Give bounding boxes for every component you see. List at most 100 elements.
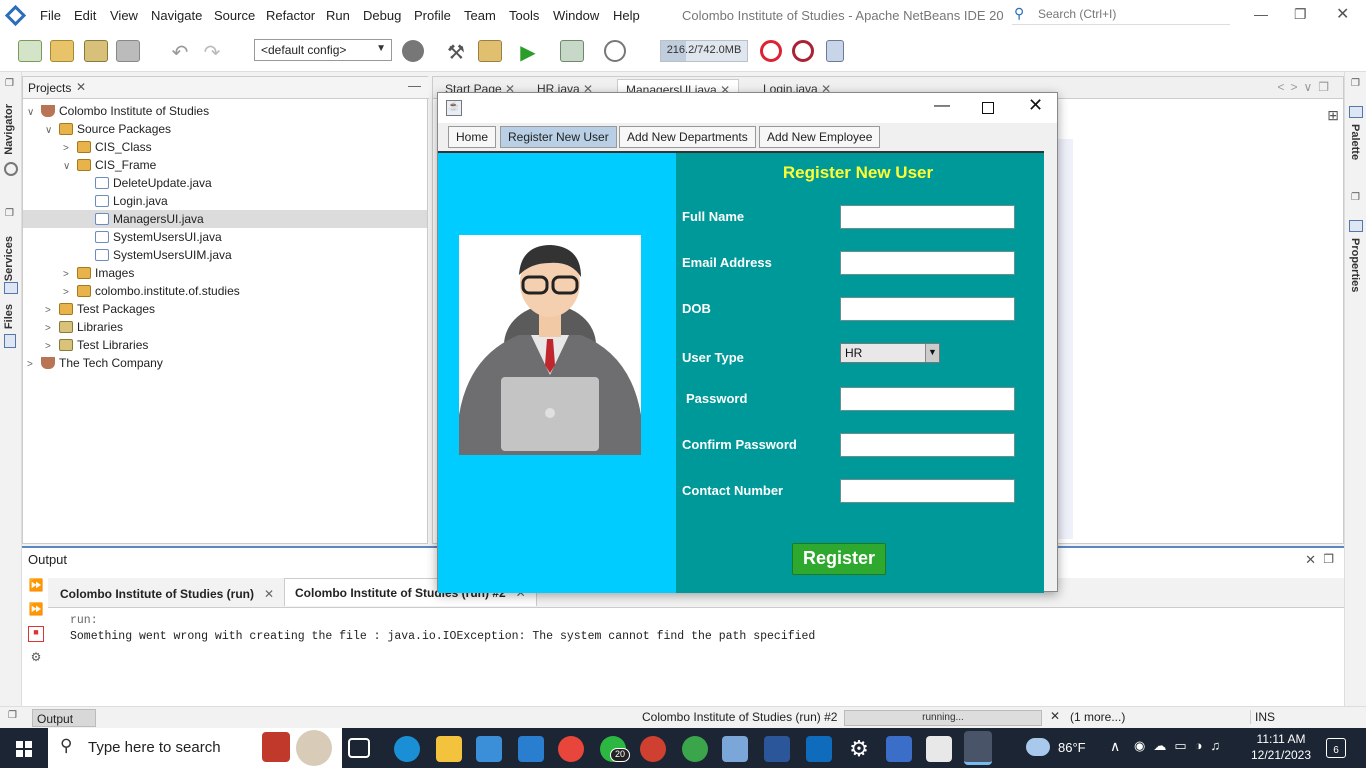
output-console[interactable]: run: Something went wrong with creating … bbox=[48, 608, 1334, 706]
run-icon[interactable]: ▶ bbox=[516, 40, 540, 64]
chevron-down-icon[interactable]: ∨ bbox=[63, 161, 77, 172]
task-view-icon[interactable] bbox=[348, 738, 370, 758]
app-title-bar[interactable]: ☕ — ✕ bbox=[438, 93, 1057, 123]
open-project-icon[interactable] bbox=[84, 40, 108, 62]
menu-team[interactable]: Team bbox=[464, 8, 496, 23]
settings-icon[interactable]: ⚙ bbox=[846, 736, 872, 762]
tree-item-project-colombo[interactable]: ∨ Colombo Institute of Studies bbox=[27, 104, 209, 122]
file-explorer-icon[interactable] bbox=[436, 736, 462, 762]
tree-item-cis-frame[interactable]: ∨ CIS_Frame bbox=[63, 158, 156, 176]
tab-home[interactable]: Home bbox=[448, 126, 497, 148]
navigator-tab[interactable]: Navigator bbox=[3, 104, 15, 155]
email-field[interactable] bbox=[840, 251, 1015, 275]
notes-app-icon[interactable] bbox=[722, 736, 748, 762]
redo-icon[interactable]: ↷ bbox=[200, 40, 224, 64]
menu-navigate[interactable]: Navigate bbox=[151, 8, 202, 23]
user-type-select[interactable]: HR ▼ bbox=[840, 343, 940, 363]
minimize-icon[interactable]: — bbox=[1254, 6, 1268, 22]
maximize-icon[interactable] bbox=[982, 102, 994, 114]
restore-icon[interactable]: ❐ bbox=[8, 710, 17, 721]
mail-icon[interactable] bbox=[518, 736, 544, 762]
rerun-icon[interactable]: ⏩ bbox=[28, 578, 44, 594]
new-file-icon[interactable] bbox=[18, 40, 42, 62]
java-app-icon[interactable] bbox=[926, 736, 952, 762]
restore-icon[interactable]: ❐ bbox=[1294, 6, 1307, 23]
menu-profile[interactable]: Profile bbox=[414, 8, 451, 23]
weather-temperature[interactable]: 86°F bbox=[1058, 740, 1086, 755]
dob-field[interactable] bbox=[840, 297, 1015, 321]
menu-window[interactable]: Window bbox=[553, 8, 599, 23]
new-project-icon[interactable] bbox=[50, 40, 74, 62]
password-field[interactable] bbox=[840, 387, 1015, 411]
status-more-tasks[interactable]: (1 more...) bbox=[1070, 710, 1125, 724]
tree-item-systemusersuim[interactable]: SystemUsersUIM.java bbox=[95, 248, 232, 266]
taskbar-search-input[interactable]: ⚲ Type here to search bbox=[48, 728, 342, 768]
tree-item-managersui[interactable]: ManagersUI.java bbox=[23, 210, 427, 228]
close-icon[interactable]: ✕ bbox=[1050, 709, 1060, 723]
menu-view[interactable]: View bbox=[110, 8, 138, 23]
register-button[interactable]: Register bbox=[792, 543, 886, 575]
taskbar-clock[interactable]: 11:11 AM 12/21/2023 bbox=[1246, 731, 1316, 763]
status-output-button[interactable]: Output bbox=[32, 709, 96, 727]
minimize-icon[interactable]: — bbox=[934, 97, 950, 115]
close-icon[interactable]: ✕ bbox=[76, 80, 86, 94]
system-tray-icons[interactable]: ◉☁▭◑♫ bbox=[1134, 738, 1228, 754]
clean-build-icon[interactable] bbox=[478, 40, 502, 62]
status-progress[interactable]: running... bbox=[844, 710, 1042, 726]
menu-source[interactable]: Source bbox=[214, 8, 255, 23]
tree-item-source-packages[interactable]: ∨ Source Packages bbox=[45, 122, 171, 140]
whatsapp-icon[interactable]: 20 bbox=[600, 736, 630, 762]
stop-icon[interactable]: ■ bbox=[28, 626, 44, 642]
chevron-right-icon[interactable]: > bbox=[45, 305, 59, 316]
plus-icon[interactable]: ⊞ bbox=[1327, 107, 1339, 124]
chevron-right-icon[interactable]: > bbox=[45, 341, 59, 352]
projects-tab[interactable]: Projects bbox=[28, 81, 71, 95]
menu-run[interactable]: Run bbox=[326, 8, 350, 23]
chrome-profile-icon[interactable] bbox=[640, 736, 666, 762]
close-icon[interactable]: ✕ bbox=[1336, 4, 1349, 24]
hammer-icon[interactable]: ⚒ bbox=[444, 40, 468, 64]
chrome-profile-2-icon[interactable] bbox=[682, 736, 708, 762]
netbeans-taskbar-icon[interactable] bbox=[886, 736, 912, 762]
chevron-right-icon[interactable]: > bbox=[45, 323, 59, 334]
tree-item-systemusersui[interactable]: SystemUsersUI.java bbox=[95, 230, 222, 248]
restore-icon[interactable]: ❐ bbox=[1323, 552, 1334, 566]
store-icon[interactable] bbox=[476, 736, 502, 762]
contact-number-field[interactable] bbox=[840, 479, 1015, 503]
word-icon[interactable] bbox=[764, 736, 790, 762]
tree-item-test-packages[interactable]: > Test Packages bbox=[45, 302, 155, 320]
windows-start-icon[interactable] bbox=[16, 741, 32, 757]
chevron-right-icon[interactable]: > bbox=[27, 359, 41, 370]
notification-icon[interactable]: 6 bbox=[1326, 738, 1346, 758]
java-app-active-icon[interactable] bbox=[964, 731, 992, 765]
services-tab[interactable]: Services bbox=[3, 236, 15, 281]
memory-indicator[interactable]: 216.2/742.0MB bbox=[660, 40, 748, 62]
menu-edit[interactable]: Edit bbox=[74, 8, 96, 23]
palette-tab[interactable]: Palette bbox=[1349, 124, 1361, 160]
settings-icon[interactable]: ⚙ bbox=[28, 650, 44, 666]
restore-icon[interactable]: ❐ bbox=[1351, 78, 1360, 89]
chevron-right-icon[interactable]: > bbox=[63, 287, 77, 298]
undo-icon[interactable]: ↶ bbox=[168, 40, 192, 64]
close-icon[interactable]: ✕ bbox=[264, 587, 274, 601]
tab-add-new-employee[interactable]: Add New Employee bbox=[759, 126, 881, 148]
editor-nav-icons[interactable]: <>∨❐ bbox=[1277, 80, 1335, 94]
chevron-right-icon[interactable]: > bbox=[63, 143, 77, 154]
tree-item-test-libraries[interactable]: > Test Libraries bbox=[45, 338, 148, 356]
output-tab-run[interactable]: Colombo Institute of Studies (run) ✕ bbox=[50, 580, 284, 608]
menu-debug[interactable]: Debug bbox=[363, 8, 401, 23]
tree-item-colombo-package[interactable]: > colombo.institute.of.studies bbox=[63, 284, 240, 302]
close-icon[interactable]: ✕ bbox=[1028, 95, 1043, 116]
chevron-up-icon[interactable]: ∧ bbox=[1110, 738, 1120, 755]
profile-icon[interactable] bbox=[604, 40, 626, 62]
chevron-down-icon[interactable]: ∨ bbox=[27, 107, 41, 118]
globe-icon[interactable] bbox=[402, 40, 424, 62]
tab-add-new-departments[interactable]: Add New Departments bbox=[619, 126, 756, 148]
chevron-right-icon[interactable]: > bbox=[63, 269, 77, 280]
menu-file[interactable]: File bbox=[40, 8, 61, 23]
tree-item-deleteupdate[interactable]: DeleteUpdate.java bbox=[95, 176, 212, 194]
tree-item-project-tech-company[interactable]: > The Tech Company bbox=[27, 356, 163, 374]
menu-refactor[interactable]: Refactor bbox=[266, 8, 315, 23]
tree-item-images[interactable]: > Images bbox=[63, 266, 134, 284]
gc-icon[interactable] bbox=[760, 40, 782, 62]
